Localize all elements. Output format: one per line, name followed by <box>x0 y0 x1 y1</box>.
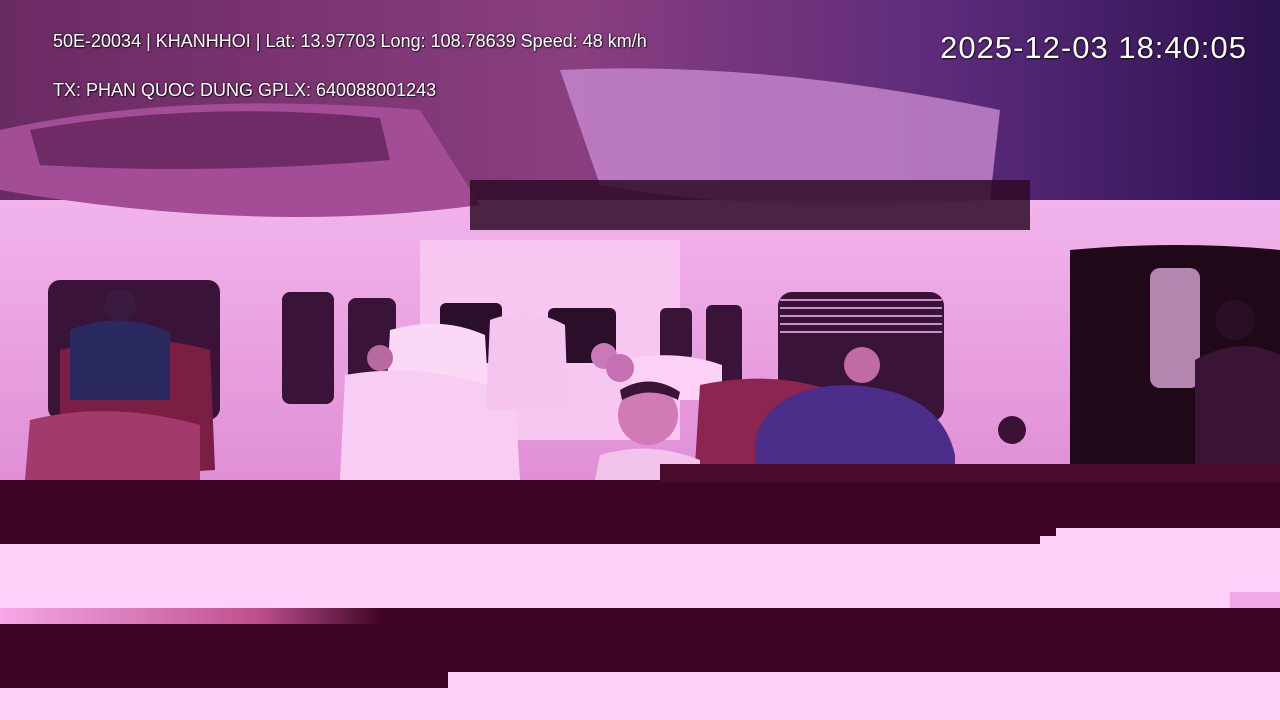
driver-info-overlay: TX: PHAN QUOC DUNG GPLX: 640088001243 <box>53 80 437 100</box>
window-left-2 <box>282 292 334 404</box>
handle <box>998 416 1026 444</box>
vehicle-info-overlay: 50E-20034 | KHANHHOI | Lat: 13.97703 Lon… <box>53 31 647 51</box>
corrupted-frame-region <box>0 464 1280 720</box>
timestamp-overlay: 2025-12-03 18:40:05 <box>940 30 1247 65</box>
dashcam-frame <box>0 0 1280 720</box>
